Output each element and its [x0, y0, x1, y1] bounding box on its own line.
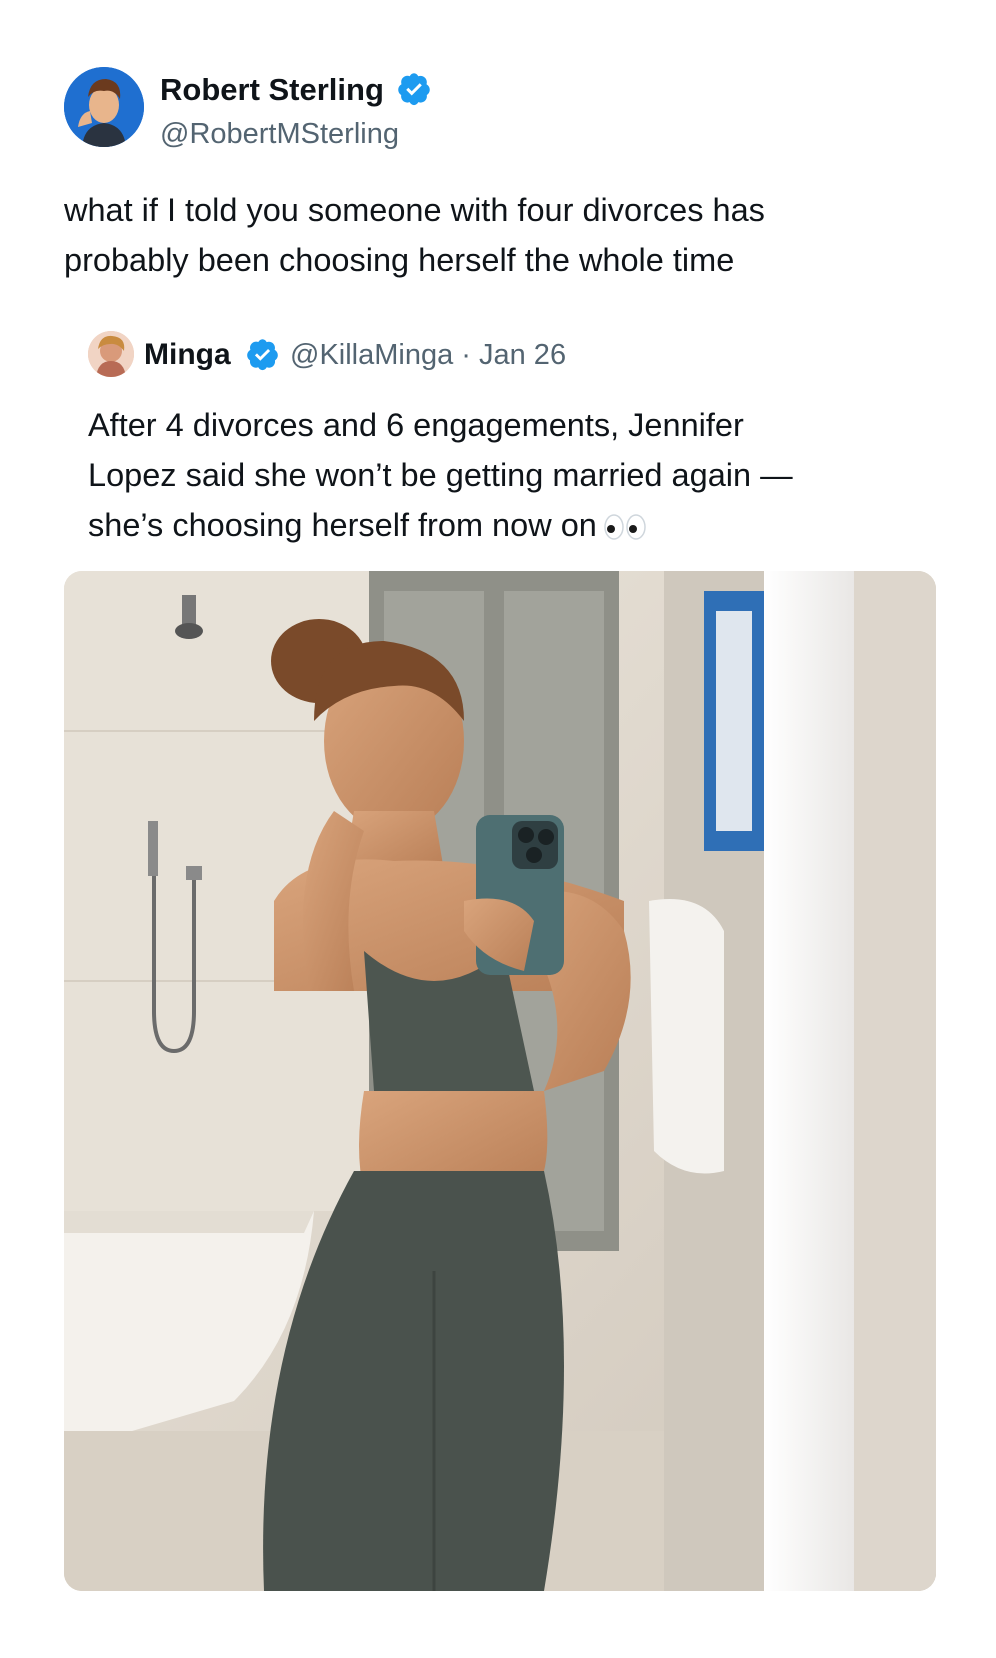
tweet-text-line: what if I told you someone with four div…: [64, 192, 765, 228]
verified-badge-icon: [398, 73, 430, 106]
verified-badge-icon: [247, 339, 278, 371]
quoted-text-line: After 4 divorces and 6 engagements, Jenn…: [88, 407, 744, 443]
eyes-icon: [604, 514, 646, 541]
cartoon-avatar-icon: [64, 67, 144, 147]
quoted-author-name[interactable]: Minga: [144, 335, 231, 375]
quoted-text-line: she’s choosing herself from now on: [88, 500, 928, 550]
quoted-handle-date[interactable]: @KillaMinga · Jan 26: [290, 335, 566, 375]
tweet-text: what if I told you someone with four div…: [64, 185, 924, 285]
tweet-text-line: probably been choosing herself the whole…: [64, 242, 735, 278]
quoted-tweet-photo[interactable]: [64, 571, 936, 1591]
author-avatar[interactable]: [64, 67, 144, 147]
tweet: Robert Sterling @RobertMSterling what if…: [0, 0, 996, 1658]
quoted-author-avatar[interactable]: [88, 331, 134, 377]
illustrated-avatar-icon: [88, 331, 134, 377]
quoted-tweet-text: After 4 divorces and 6 engagements, Jenn…: [88, 400, 928, 550]
mirror-selfie-photo: [64, 571, 936, 1591]
quoted-text-line-content: she’s choosing herself from now on: [88, 507, 597, 543]
quoted-text-line: Lopez said she won’t be getting married …: [88, 457, 793, 493]
author-name[interactable]: Robert Sterling: [160, 70, 384, 110]
author-handle[interactable]: @RobertMSterling: [160, 115, 399, 153]
